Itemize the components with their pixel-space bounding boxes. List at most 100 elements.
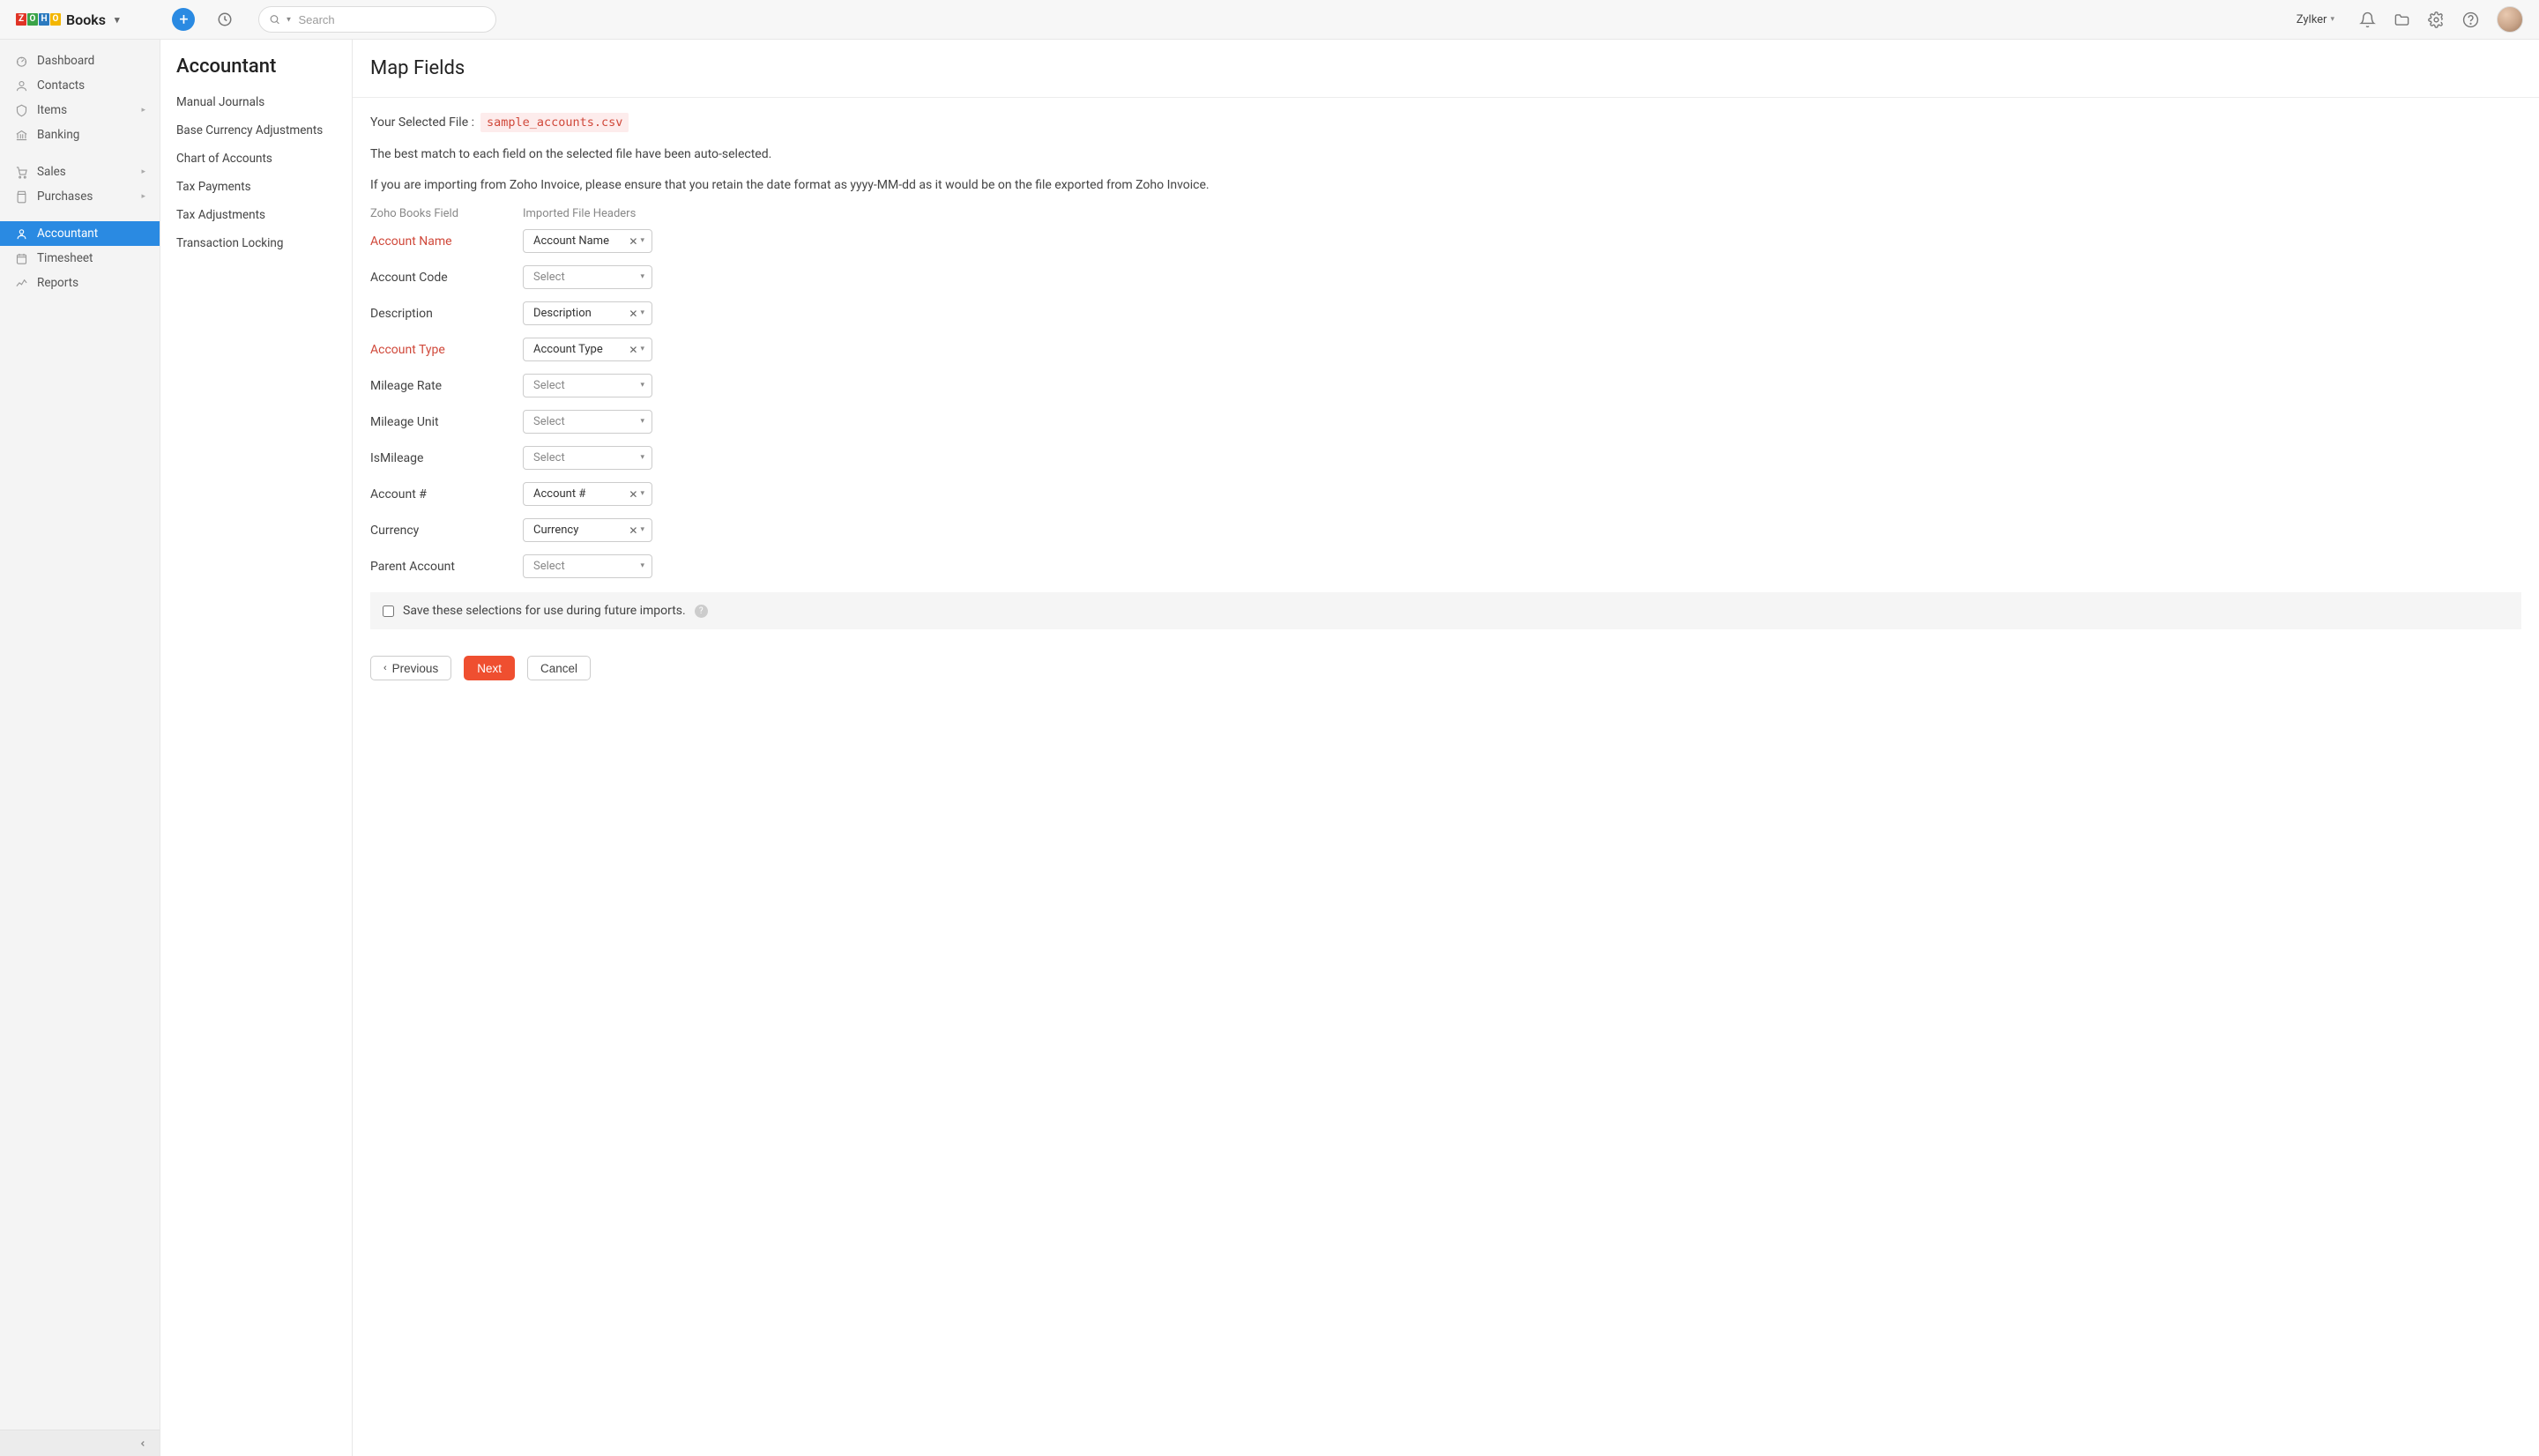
- dashboard-icon: [14, 54, 28, 68]
- cancel-button[interactable]: Cancel: [527, 656, 591, 680]
- chevron-right-icon: ▸: [141, 192, 145, 201]
- nav-item-label: Sales: [37, 165, 66, 179]
- field-select[interactable]: Description✕▾: [523, 301, 652, 325]
- clear-icon[interactable]: ✕: [629, 489, 637, 500]
- field-label: Mileage Rate: [370, 379, 523, 393]
- subnav-item-chart-of-accounts[interactable]: Chart of Accounts: [160, 145, 352, 173]
- field-row: Parent AccountSelect▾: [370, 554, 2521, 578]
- field-select[interactable]: Account Type✕▾: [523, 338, 652, 361]
- nav-item-accountant[interactable]: Accountant: [0, 221, 160, 246]
- nav-item-timesheet[interactable]: Timesheet: [0, 246, 160, 271]
- field-label: Account #: [370, 487, 523, 501]
- field-select[interactable]: Account #✕▾: [523, 482, 652, 506]
- select-value: Currency: [533, 524, 629, 537]
- org-name: Zylker: [2297, 13, 2327, 26]
- subnav-item-manual-journals[interactable]: Manual Journals: [160, 88, 352, 116]
- logo-letter: O: [27, 13, 38, 26]
- field-select[interactable]: Select▾: [523, 554, 652, 578]
- folder-button[interactable]: [2394, 11, 2410, 28]
- banking-icon: [14, 128, 28, 142]
- select-value: Account Name: [533, 234, 629, 248]
- select-value: Select: [533, 451, 640, 464]
- nav-item-sales[interactable]: Sales▸: [0, 160, 160, 184]
- chevron-down-icon: ▾: [640, 490, 644, 498]
- org-selector[interactable]: Zylker ▾: [2297, 13, 2334, 26]
- chevron-down-icon: ▾: [640, 309, 644, 317]
- subnav-item-tax-payments[interactable]: Tax Payments: [160, 173, 352, 201]
- subnav-item-tax-adjustments[interactable]: Tax Adjustments: [160, 201, 352, 229]
- field-select[interactable]: Currency✕▾: [523, 518, 652, 542]
- field-select[interactable]: Select▾: [523, 410, 652, 434]
- search-scope-dropdown-icon[interactable]: ▼: [285, 16, 292, 24]
- field-select[interactable]: Select▾: [523, 374, 652, 397]
- previous-button[interactable]: ‹ Previous: [370, 656, 451, 680]
- quick-create-button[interactable]: +: [172, 8, 195, 31]
- field-select[interactable]: Select▾: [523, 265, 652, 289]
- nav-item-label: Reports: [37, 276, 78, 290]
- selected-file-label: Your Selected File :: [370, 115, 474, 130]
- col-header-imported: Imported File Headers: [523, 207, 636, 220]
- search-icon: [269, 14, 280, 26]
- clear-icon[interactable]: ✕: [629, 236, 637, 247]
- chevron-right-icon: ▸: [141, 106, 145, 115]
- subnav-item-transaction-locking[interactable]: Transaction Locking: [160, 229, 352, 257]
- accountant-icon: [14, 227, 28, 241]
- avatar[interactable]: [2497, 6, 2523, 33]
- clear-icon[interactable]: ✕: [629, 525, 637, 536]
- subnav-item-base-currency-adjustments[interactable]: Base Currency Adjustments: [160, 116, 352, 145]
- nav-item-purchases[interactable]: Purchases ▸: [0, 184, 160, 209]
- nav-item-items[interactable]: Items▸: [0, 98, 160, 123]
- help-tooltip-icon[interactable]: ?: [695, 605, 708, 618]
- field-label: Account Code: [370, 271, 523, 285]
- logo-letter: H: [39, 13, 49, 26]
- sub-nav: Accountant Manual JournalsBase Currency …: [160, 40, 353, 1456]
- field-row: Account NameAccount Name✕▾: [370, 229, 2521, 253]
- field-row: DescriptionDescription✕▾: [370, 301, 2521, 325]
- save-selections-checkbox[interactable]: [383, 605, 394, 617]
- chevron-down-icon: ▾: [2330, 15, 2334, 24]
- chevron-down-icon: ▾: [640, 273, 644, 281]
- nav-item-reports[interactable]: Reports: [0, 271, 160, 295]
- nav-item-label: Accountant: [37, 227, 98, 241]
- nav-item-label: Banking: [37, 128, 79, 142]
- field-select[interactable]: Account Name✕▾: [523, 229, 652, 253]
- notifications-button[interactable]: [2359, 11, 2376, 28]
- main-content: Map Fields Your Selected File : sample_a…: [353, 40, 2539, 1456]
- select-value: Description: [533, 307, 629, 320]
- search-wrap: ▼: [258, 6, 496, 33]
- chevron-down-icon: ▾: [640, 345, 644, 353]
- info-text: If you are importing from Zoho Invoice, …: [370, 176, 2521, 195]
- clear-icon[interactable]: ✕: [629, 308, 637, 319]
- logo-letter: Z: [16, 13, 26, 26]
- field-row: Account #Account #✕▾: [370, 482, 2521, 506]
- select-value: Select: [533, 271, 640, 284]
- save-selections-label: Save these selections for use during fut…: [403, 604, 686, 618]
- purchases-icon: [14, 189, 28, 204]
- nav-item-contacts[interactable]: Contacts: [0, 73, 160, 98]
- info-text: The best match to each field on the sele…: [370, 145, 2521, 164]
- sales-icon: [14, 165, 28, 179]
- nav-item-banking[interactable]: Banking: [0, 123, 160, 147]
- recent-history-button[interactable]: [216, 11, 234, 28]
- app-logo[interactable]: Z O H O Books ▾: [16, 11, 119, 28]
- chevron-down-icon: ▾: [640, 454, 644, 462]
- settings-button[interactable]: [2428, 11, 2445, 28]
- field-row: Account CodeSelect▾: [370, 265, 2521, 289]
- clear-icon[interactable]: ✕: [629, 345, 637, 355]
- page-header: Map Fields: [353, 40, 2539, 98]
- left-nav: DashboardContactsItems▸Banking Sales▸Pur…: [0, 40, 160, 1456]
- chevron-down-icon: ▾: [115, 14, 120, 26]
- help-button[interactable]: [2462, 11, 2479, 28]
- field-label: Parent Account: [370, 560, 523, 574]
- reports-icon: [14, 276, 28, 290]
- collapse-nav-button[interactable]: [0, 1430, 160, 1456]
- nav-item-label: Purchases: [37, 189, 93, 204]
- next-button[interactable]: Next: [464, 656, 515, 680]
- page-title: Map Fields: [370, 57, 2521, 79]
- field-select[interactable]: Select▾: [523, 446, 652, 470]
- nav-item-dashboard[interactable]: Dashboard: [0, 48, 160, 73]
- field-row: IsMileageSelect▾: [370, 446, 2521, 470]
- field-label: Account Name: [370, 234, 523, 249]
- select-value: Select: [533, 560, 640, 573]
- search-input[interactable]: [258, 6, 496, 33]
